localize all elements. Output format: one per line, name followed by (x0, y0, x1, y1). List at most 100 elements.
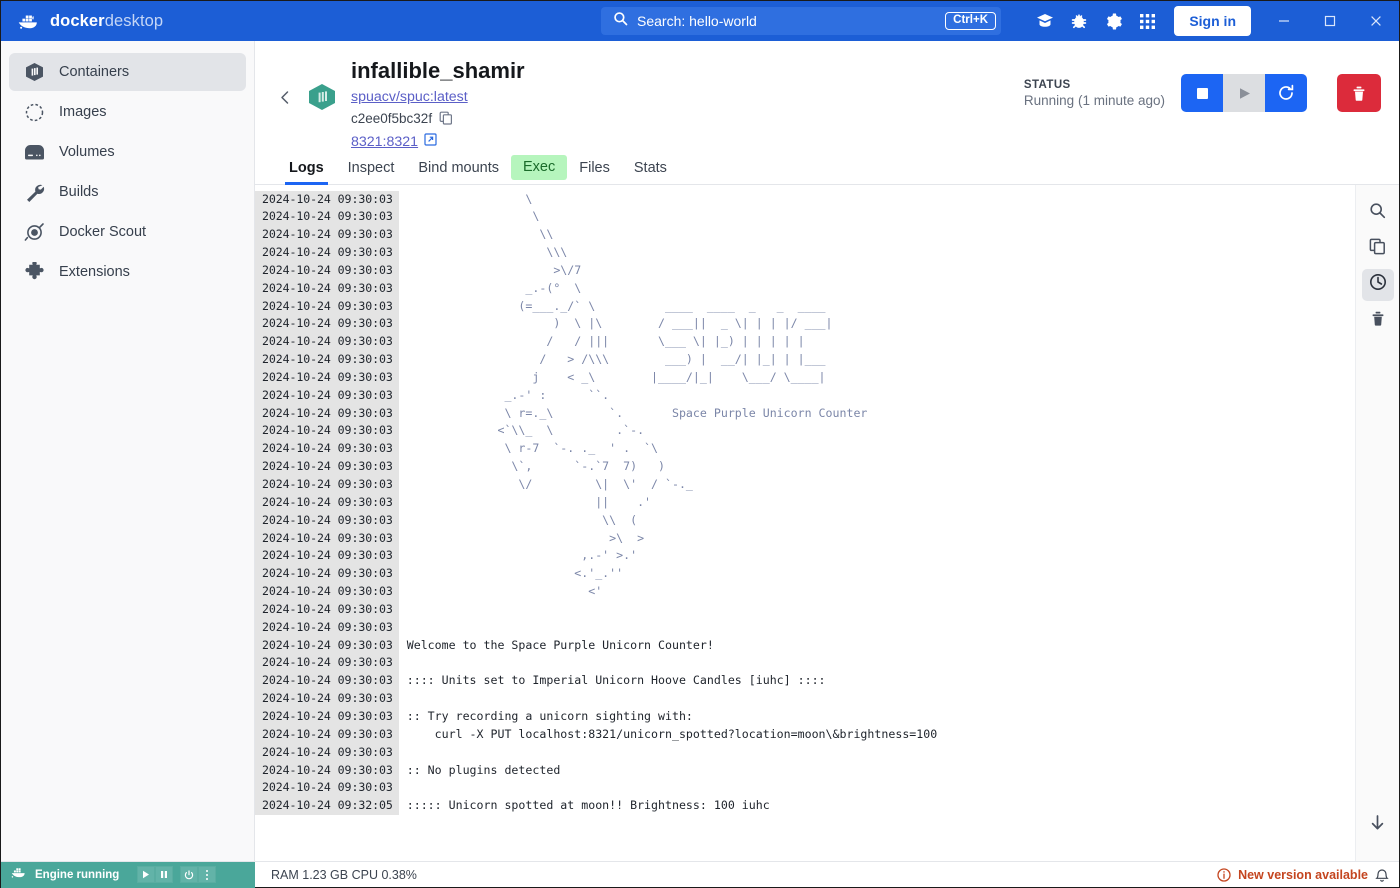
search-input[interactable]: Search: hello-world Ctrl+K (601, 7, 1001, 35)
status-text: STATUS Running (1 minute ago) (1024, 79, 1165, 108)
new-version-notice[interactable]: New version available (1238, 868, 1368, 882)
log-line: 2024-10-24 09:30:03 (255, 743, 1355, 762)
log-ascii-art: ,.-' >.' (406, 548, 638, 563)
clock-icon (1369, 273, 1387, 296)
back-button[interactable] (271, 83, 299, 111)
container-image-link[interactable]: spuacv/spuc:latest (351, 89, 468, 105)
log-line: 2024-10-24 09:30:03 (255, 600, 1355, 619)
start-button (1223, 74, 1265, 112)
search-value: Search: hello-world (637, 13, 757, 29)
log-timestamp: 2024-10-24 09:30:03 (255, 725, 399, 744)
log-ascii-art: \ r-7 `-. ._ ' . `\ (406, 441, 659, 456)
tab-exec[interactable]: Exec (511, 155, 568, 180)
log-timestamp: 2024-10-24 09:30:03 (255, 422, 399, 441)
close-icon[interactable] (1353, 1, 1399, 41)
docker-whale-logo-icon (15, 11, 41, 31)
container-tabs: Logs Inspect Bind mounts Exec Files Stat… (255, 151, 1399, 185)
log-ascii-art: _.-(° \ (406, 280, 582, 295)
log-ascii-art: >\ > (406, 530, 645, 545)
maximize-icon[interactable] (1307, 1, 1353, 41)
log-clear-button[interactable] (1362, 305, 1394, 337)
sign-in-button[interactable]: Sign in (1174, 6, 1251, 36)
pause-icon[interactable] (155, 866, 174, 883)
docker-desktop-brand: dockerdesktop (15, 11, 163, 31)
log-message: :: No plugins detected (406, 762, 561, 777)
engine-status: Engine running (1, 861, 255, 888)
bell-icon[interactable] (1375, 868, 1389, 883)
sidebar: Containers Images Volumes Builds Docker … (1, 41, 255, 861)
log-ascii-art: _.-' : ``. (406, 387, 610, 402)
log-timestamp: 2024-10-24 09:30:03 (255, 779, 399, 798)
sidebar-item-builds[interactable]: Builds (9, 173, 246, 211)
sidebar-item-docker-scout[interactable]: Docker Scout (9, 213, 246, 251)
container-port-link[interactable]: 8321:8321 (351, 134, 418, 150)
log-ascii-art: \\\ (406, 245, 568, 260)
logs-toolbar (1355, 184, 1399, 861)
sidebar-label: Volumes (59, 144, 115, 160)
log-timestamps-button[interactable] (1361, 268, 1394, 301)
info-icon (1217, 868, 1231, 882)
kebab-menu-icon[interactable] (198, 866, 217, 883)
sidebar-item-volumes[interactable]: Volumes (9, 133, 246, 171)
brand-text: dockerdesktop (50, 12, 163, 31)
volumes-icon (23, 141, 45, 163)
log-ascii-art: \`, `-.`7 7) ) (406, 459, 665, 474)
stop-button[interactable] (1181, 74, 1223, 112)
power-icon[interactable] (180, 866, 199, 883)
scroll-to-bottom-button[interactable] (1362, 809, 1394, 841)
log-line: 2024-10-24 09:30:03 || .' (255, 493, 1355, 512)
log-line: 2024-10-24 09:30:03 j < _\ |____/|_| \__… (255, 368, 1355, 387)
log-message (399, 619, 414, 637)
search-icon (613, 11, 628, 31)
play-icon[interactable] (137, 866, 156, 883)
log-copy-button[interactable] (1362, 233, 1394, 265)
settings-gear-icon[interactable] (1096, 1, 1130, 41)
sidebar-label: Images (59, 104, 107, 120)
log-timestamp: 2024-10-24 09:32:05 (255, 797, 399, 816)
trash-icon (1370, 310, 1386, 332)
log-message (399, 779, 414, 797)
log-ascii-art: (=___._/` \ ____ ____ _ _ ____ (406, 298, 826, 313)
container-header: infallible_shamir spuacv/spuc:latest c2e… (255, 41, 1399, 151)
log-message (399, 654, 414, 672)
copy-icon[interactable] (439, 111, 453, 125)
tab-files[interactable]: Files (567, 161, 622, 184)
page-title: infallible_shamir (351, 58, 525, 83)
log-line: 2024-10-24 09:30:03 \ r=._\ `. Space Pur… (255, 404, 1355, 423)
delete-button[interactable] (1337, 74, 1381, 112)
learning-center-icon[interactable] (1028, 1, 1062, 41)
status-bar-right: New version available (1217, 862, 1389, 888)
bug-icon[interactable] (1062, 1, 1096, 41)
sidebar-item-containers[interactable]: Containers (9, 53, 246, 91)
container-cube-icon (307, 83, 337, 116)
log-timestamp: 2024-10-24 09:30:03 (255, 244, 399, 262)
engine-control-separator (173, 866, 180, 883)
log-line: 2024-10-24 09:30:03 <`\\_ \ .`-. (255, 422, 1355, 441)
log-message: :::: Units set to Imperial Unicorn Hoove… (406, 673, 826, 688)
external-link-icon[interactable] (424, 132, 437, 151)
docker-desktop-window: dockerdesktop Search: hello-world Ctrl+K (0, 0, 1400, 888)
sidebar-item-extensions[interactable]: Extensions (9, 253, 246, 291)
tab-stats[interactable]: Stats (622, 161, 679, 184)
log-line: 2024-10-24 09:30:03:::: Units set to Imp… (255, 672, 1355, 691)
log-line: 2024-10-24 09:30:03 \\ (255, 226, 1355, 245)
log-timestamp: 2024-10-24 09:30:03 (255, 743, 399, 762)
restart-button[interactable] (1265, 74, 1307, 112)
apps-grid-icon[interactable] (1130, 1, 1164, 41)
log-output[interactable]: 2024-10-24 09:30:03 \ 2024-10-24 09:30:03… (255, 185, 1355, 862)
log-line: 2024-10-24 09:30:03 \\\ (255, 244, 1355, 262)
log-line: 2024-10-24 09:30:03 (=___._/` \ ____ ___… (255, 297, 1355, 316)
log-search-button[interactable] (1362, 197, 1394, 229)
log-ascii-art: \ r=._\ `. Space Purple Unicorn Counter (406, 405, 868, 420)
log-timestamp: 2024-10-24 09:30:03 (255, 351, 399, 369)
log-timestamp: 2024-10-24 09:30:03 (255, 386, 399, 405)
tab-logs[interactable]: Logs (277, 161, 336, 184)
log-line: 2024-10-24 09:30:03 ) \ |\ / ___|| _ \| … (255, 315, 1355, 334)
app-body: Containers Images Volumes Builds Docker … (1, 41, 1399, 861)
log-message: ::::: Unicorn spotted at moon!! Brightne… (406, 798, 770, 813)
minimize-icon[interactable] (1261, 1, 1307, 41)
sidebar-item-images[interactable]: Images (9, 93, 246, 131)
log-message: Welcome to the Space Purple Unicorn Coun… (406, 637, 714, 652)
tab-inspect[interactable]: Inspect (336, 161, 407, 184)
tab-bind-mounts[interactable]: Bind mounts (406, 161, 511, 184)
